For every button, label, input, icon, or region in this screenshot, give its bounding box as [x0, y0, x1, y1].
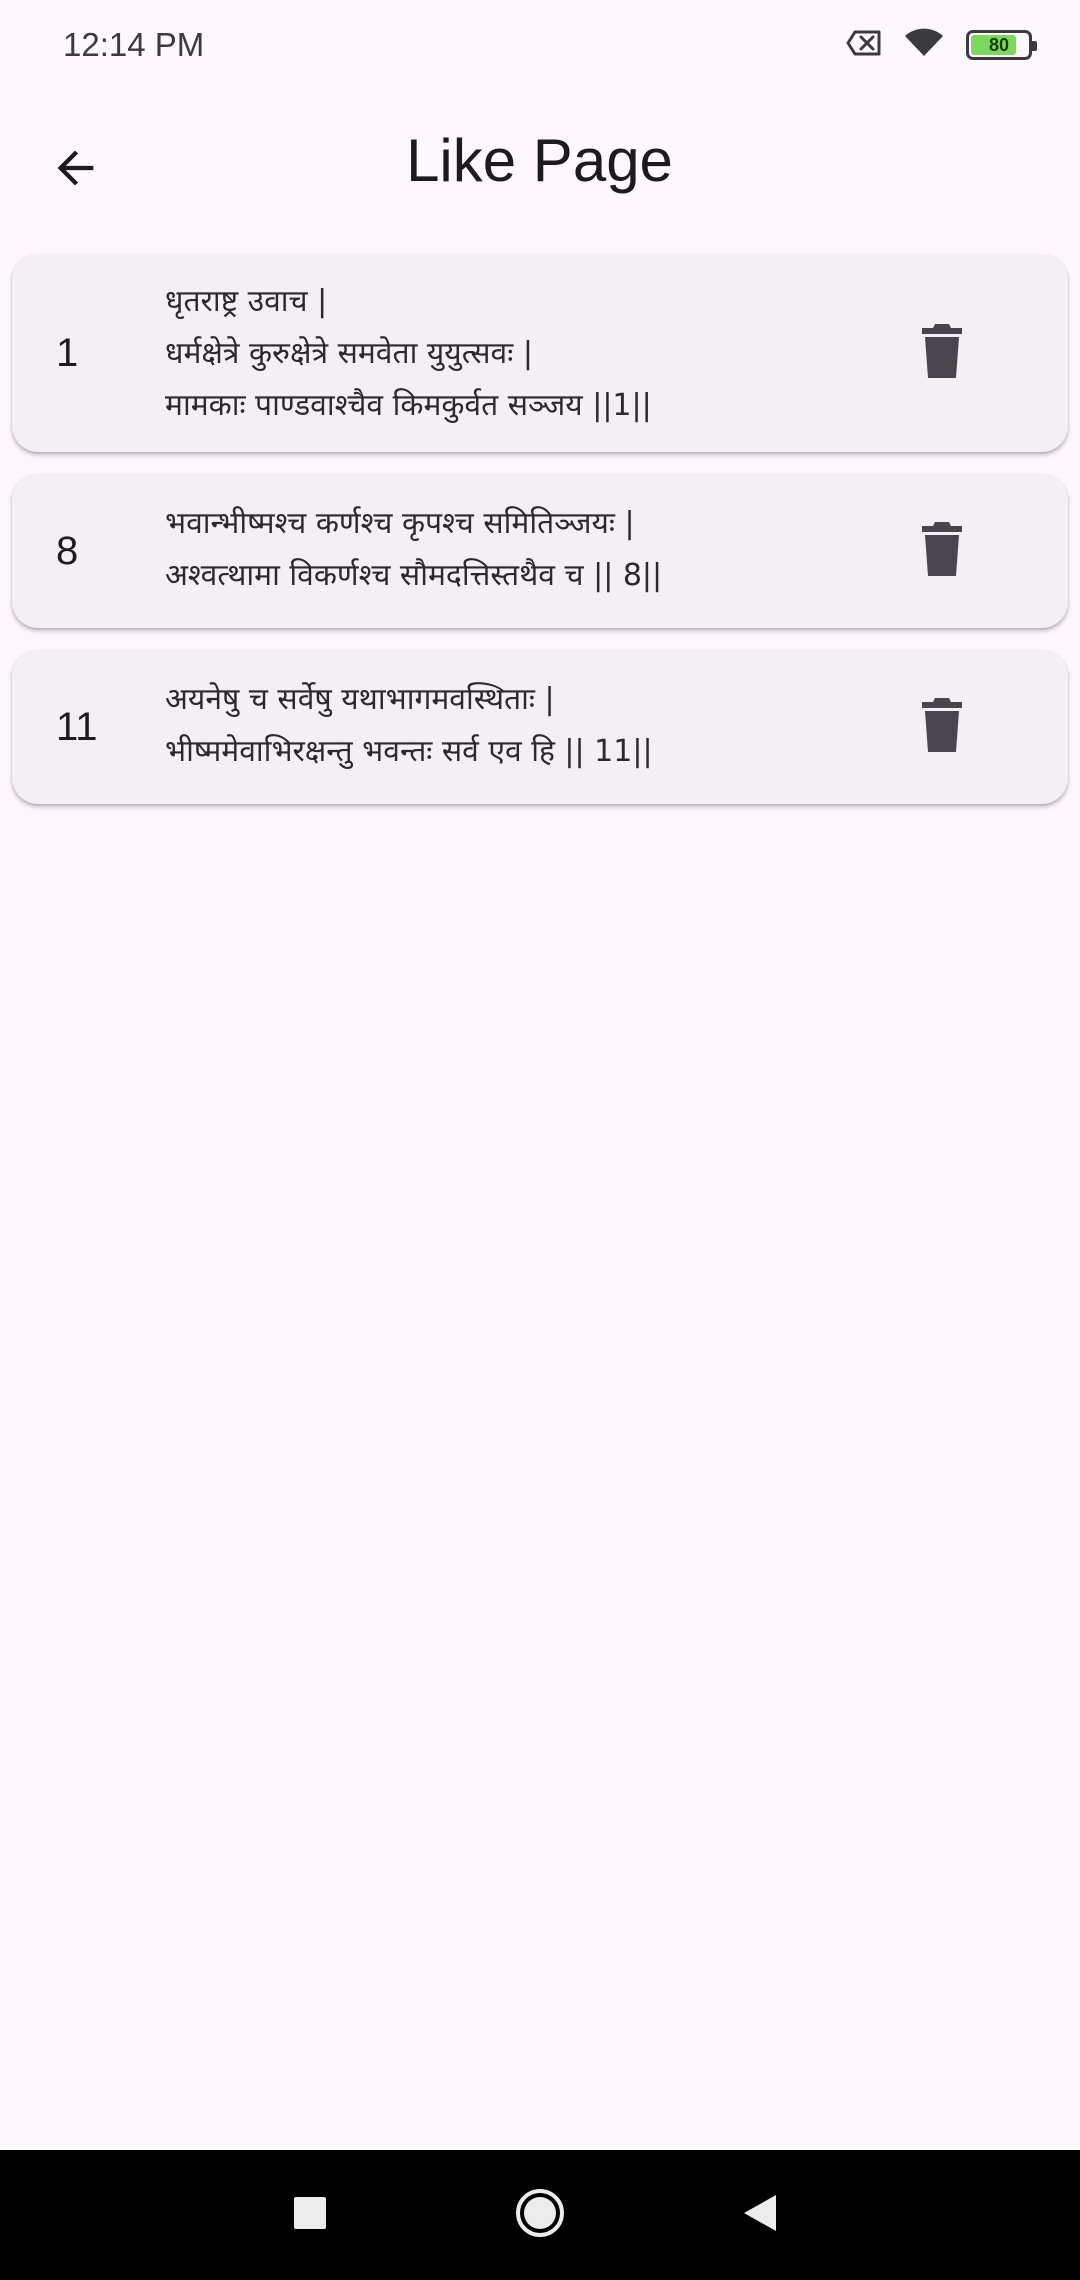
verse-line: धर्मक्षेत्रे कुरुक्षेत्रे समवेता युयुत्स…: [165, 336, 533, 371]
verse-text: धृतराष्ट्र उवाच | धर्मक्षेत्रे कुरुक्षेत…: [165, 276, 885, 432]
system-nav-bar: [0, 2150, 1080, 2280]
verse-text: भवान्भीष्मश्च कर्णश्च कृपश्च समितिञ्जयः …: [165, 498, 885, 602]
status-bar: 12:14 PM 80: [0, 0, 1080, 96]
verse-line: भीष्ममेवाभिरक्षन्तु भवन्तः सर्व एव हि ||…: [165, 734, 653, 769]
back-triangle-icon: [742, 2193, 778, 2237]
verse-number: 1: [56, 330, 79, 375]
status-icons: 80: [846, 28, 1037, 62]
page-title: Like Page: [0, 126, 1080, 195]
verse-line: भवान्भीष्मश्च कर्णश्च कृपश्च समितिञ्जयः …: [165, 506, 635, 541]
delete-button[interactable]: [912, 254, 972, 452]
trash-icon: [921, 698, 963, 756]
trash-icon: [921, 324, 963, 382]
delete-button[interactable]: [912, 474, 972, 628]
nav-back-button[interactable]: [730, 2185, 790, 2245]
verse-line: धृतराष्ट्र उवाच |: [165, 284, 328, 319]
verse-number: 8: [56, 528, 79, 573]
home-button[interactable]: [510, 2185, 570, 2245]
verse-line: अयनेषु च सर्वेषु यथाभागमवस्थिताः |: [165, 682, 555, 717]
liked-verses-list: 1 धृतराष्ट्र उवाच | धर्मक्षेत्रे कुरुक्ष…: [12, 254, 1068, 826]
verse-card[interactable]: 1 धृतराष्ट्र उवाच | धर्मक्षेत्रे कुरुक्ष…: [12, 254, 1068, 452]
status-time: 12:14 PM: [63, 26, 205, 63]
app-bar: Like Page: [0, 110, 1080, 222]
page-title-text: Like Page: [406, 127, 673, 194]
trash-icon: [921, 522, 963, 580]
sim-none-icon: [846, 29, 882, 61]
verse-text: अयनेषु च सर्वेषु यथाभागमवस्थिताः | भीष्म…: [165, 674, 885, 778]
battery-level: 80: [988, 34, 1010, 55]
verse-line: अश्वत्थामा विकर्णश्च सौमदत्तिस्तथैव च ||…: [165, 558, 663, 593]
delete-button[interactable]: [912, 650, 972, 804]
verse-number: 11: [56, 704, 98, 749]
recents-square-icon: [293, 2196, 327, 2234]
verse-card[interactable]: 11 अयनेषु च सर्वेषु यथाभागमवस्थिताः | भी…: [12, 650, 1068, 804]
verse-line: मामकाः पाण्डवाश्चैव किमकुर्वत सञ्जय ||1|…: [165, 388, 652, 423]
verse-card[interactable]: 8 भवान्भीष्मश्च कर्णश्च कृपश्च समितिञ्जय…: [12, 474, 1068, 628]
wifi-icon: [904, 28, 944, 62]
recents-button[interactable]: [280, 2185, 340, 2245]
battery-icon: 80: [966, 30, 1037, 60]
home-circle-icon: [514, 2187, 566, 2243]
